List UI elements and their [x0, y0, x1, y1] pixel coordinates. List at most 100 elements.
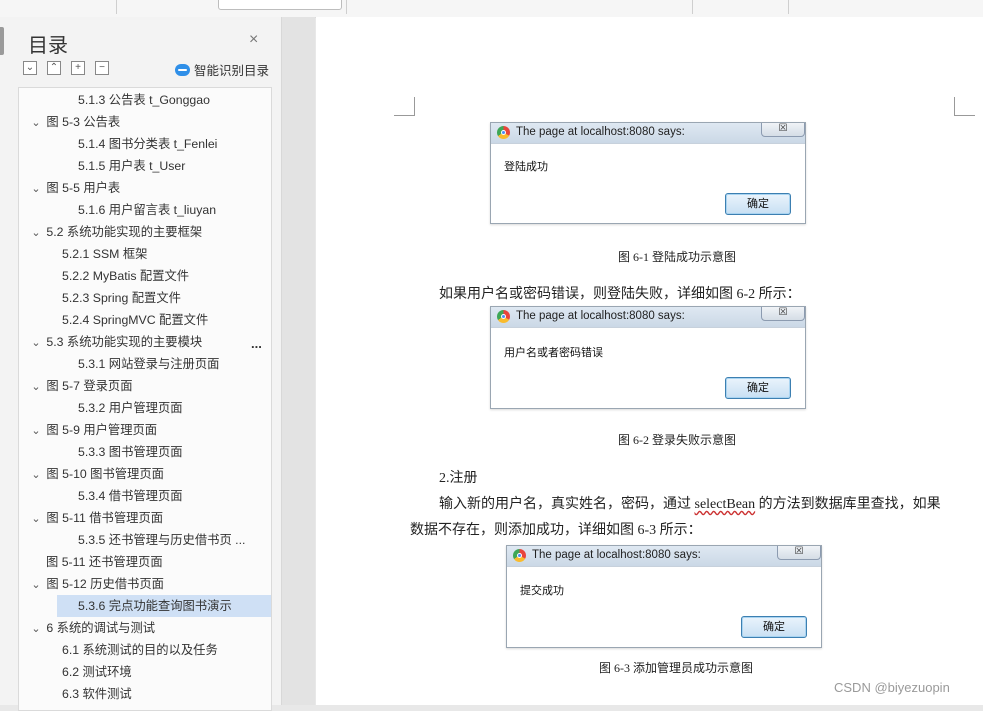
chevron-down-icon[interactable]: ⌄	[29, 464, 43, 485]
dialog-screenshot: The page at localhost:8080 says: ☒ 用户名或者…	[490, 306, 806, 409]
toc-item[interactable]: 5.1.6 用户留言表 t_liuyan	[19, 199, 271, 221]
toc-item[interactable]: 5.3.1 网站登录与注册页面	[19, 353, 271, 375]
toc-item-label: 6.2 测试环境	[62, 665, 132, 679]
toc-item-label: 6.3 软件测试	[62, 687, 132, 701]
toc-item-label: 5.3.3 图书管理页面	[78, 445, 183, 459]
chevron-down-icon[interactable]: ⌄	[29, 618, 43, 639]
toc-item[interactable]: ⌄ 5.2 系统功能实现的主要框架	[19, 221, 261, 243]
toc-item-label: 图 5-11 借书管理页面	[46, 511, 164, 525]
toc-item[interactable]: 5.2.4 SpringMVC 配置文件	[19, 309, 271, 331]
watermark: CSDN @biyezuopin	[834, 680, 950, 695]
dialog-message: 提交成功	[520, 585, 564, 597]
toc-item-label: 5.1.6 用户留言表 t_liuyan	[78, 203, 217, 217]
toc-panel: 目录 × ⌄ ⌃ + − 智能识别目录 5.1.3 公告表 t_Gonggao …	[0, 17, 282, 711]
chrome-icon	[497, 310, 510, 323]
dialog-title: The page at localhost:8080 says:	[516, 310, 685, 322]
toc-item[interactable]: 5.1.5 用户表 t_User	[19, 155, 271, 177]
close-icon: ☒	[761, 123, 805, 137]
toc-item-label: 图 5-5 用户表	[46, 181, 121, 195]
toc-item[interactable]: ⌄ 5.3 系统功能实现的主要模块	[19, 331, 261, 353]
dialog-screenshot: The page at localhost:8080 says: ☒ 登陆成功 …	[490, 122, 806, 224]
paragraph-text: 输入新的用户名，真实姓名，密码，通过	[439, 497, 695, 512]
toc-item[interactable]: ⌄ 图 5-12 历史借书页面	[19, 573, 261, 595]
toc-item[interactable]: 5.1.4 图书分类表 t_Fenlei	[19, 133, 271, 155]
chevron-down-icon[interactable]: ⌄	[29, 376, 43, 397]
toc-item[interactable]: ⌄ 图 5-3 公告表	[19, 111, 261, 133]
toc-item[interactable]: ⌄ 图 5-9 用户管理页面	[19, 419, 261, 441]
close-icon[interactable]: ×	[249, 31, 258, 49]
dialog-title: The page at localhost:8080 says:	[516, 126, 685, 138]
add-heading-icon[interactable]: +	[71, 61, 85, 75]
toc-item[interactable]: ⌄ 图 5-11 借书管理页面	[19, 507, 261, 529]
toc-item-label: 图 5-3 公告表	[46, 115, 121, 129]
toc-item-label: 图 5-10 图书管理页面	[46, 467, 164, 481]
remove-heading-icon[interactable]: −	[95, 61, 109, 75]
dialog-title-bar: The page at localhost:8080 says:	[491, 123, 805, 143]
figure-caption: 图 6-2 登录失败示意图	[618, 433, 736, 447]
toc-item[interactable]: 5.2.1 SSM 框架	[19, 243, 271, 265]
chevron-down-icon[interactable]: ⌄	[29, 508, 43, 529]
toc-item[interactable]: 5.2.3 Spring 配置文件	[19, 287, 271, 309]
more-icon[interactable]: ...	[251, 336, 262, 351]
toc-scrollbar[interactable]	[271, 463, 272, 706]
toc-item[interactable]: 6.3 软件测试	[19, 683, 271, 705]
toolbar-dropdown[interactable]	[218, 0, 342, 10]
panel-tab[interactable]	[0, 27, 4, 55]
figure-caption: 图 6-3 添加管理员成功示意图	[599, 661, 753, 675]
smart-toc-label: 智能识别目录	[194, 64, 270, 78]
paragraph: 数据不存在，则添加成功，详细如图 6-3 所示：	[410, 523, 702, 538]
toc-item[interactable]: 图 5-11 还书管理页面	[19, 551, 271, 573]
chrome-icon	[513, 549, 526, 562]
document-page: The page at localhost:8080 says: ☒ 登陆成功 …	[316, 17, 983, 705]
figure-caption: 图 6-1 登陆成功示意图	[618, 250, 736, 264]
toc-title: 目录	[28, 35, 68, 57]
toc-item[interactable]: 5.3.2 用户管理页面	[19, 397, 271, 419]
toc-item[interactable]: ⌄ 6 系统的调试与测试	[19, 617, 261, 639]
dialog-message: 用户名或者密码错误	[504, 347, 603, 359]
expand-all-icon[interactable]: ⌃	[47, 61, 61, 75]
toc-item[interactable]: 5.3.5 还书管理与历史借书页 ...	[19, 529, 271, 551]
toc-list: 5.1.3 公告表 t_Gonggao ⌄ 图 5-3 公告表 5.1.4 图书…	[18, 87, 272, 711]
collapse-all-icon[interactable]: ⌄	[23, 61, 37, 75]
dialog-body: 登陆成功 确定	[491, 143, 805, 223]
toc-item[interactable]: ⌄ 图 5-5 用户表	[19, 177, 261, 199]
chevron-down-icon[interactable]: ⌄	[29, 178, 43, 199]
code-term: selectBean	[694, 497, 756, 512]
chevron-down-icon[interactable]: ⌄	[29, 420, 43, 441]
toc-item-label: 5.1.4 图书分类表 t_Fenlei	[78, 137, 218, 151]
close-icon: ☒	[761, 307, 805, 321]
chevron-down-icon[interactable]: ⌄	[29, 112, 43, 133]
toc-item-label: 5.3.1 网站登录与注册页面	[78, 357, 220, 371]
toolbar-separator	[692, 0, 693, 14]
toc-item-label: 5.2.3 Spring 配置文件	[62, 291, 181, 305]
toc-item-label: 5.1.3 公告表 t_Gonggao	[78, 93, 210, 107]
toc-item-selected[interactable]: 5.3.6 完点功能查询图书演示	[57, 595, 271, 617]
chevron-down-icon[interactable]: ⌄	[29, 222, 43, 243]
toc-item[interactable]: 5.3.4 借书管理页面	[19, 485, 271, 507]
toc-item-label: 5.1.5 用户表 t_User	[78, 159, 186, 173]
toc-item-label: 图 5-11 还书管理页面	[46, 555, 163, 569]
page-corner-mark	[954, 97, 975, 116]
close-icon: ☒	[777, 546, 821, 560]
toolbar-separator	[788, 0, 789, 14]
toc-item[interactable]: ⌄ 图 5-7 登录页面	[19, 375, 261, 397]
ok-button: 确定	[725, 377, 791, 399]
ok-button: 确定	[725, 193, 791, 215]
toc-item-label: 6 系统的调试与测试	[46, 621, 156, 635]
smart-toc-button[interactable]: 智能识别目录	[175, 60, 269, 79]
dialog-title-bar: The page at localhost:8080 says:	[491, 307, 805, 327]
toc-item-label: 5.2.2 MyBatis 配置文件	[62, 269, 190, 283]
toc-item[interactable]: 6.1 系统测试的目的以及任务	[19, 639, 271, 661]
toc-item[interactable]: 6.2 测试环境	[19, 661, 271, 683]
dialog-body: 用户名或者密码错误 确定	[491, 327, 805, 408]
toc-item[interactable]: ⌄ 图 5-10 图书管理页面	[19, 463, 261, 485]
toc-item[interactable]: 5.1.3 公告表 t_Gonggao	[19, 89, 271, 111]
chevron-down-icon[interactable]: ⌄	[29, 574, 43, 595]
toc-item-label: 5.3.6 完点功能查询图书演示	[78, 599, 232, 613]
page-corner-mark	[394, 97, 415, 116]
toc-item[interactable]: 5.2.2 MyBatis 配置文件	[19, 265, 271, 287]
toc-item-label: 5.3.2 用户管理页面	[78, 401, 183, 415]
chevron-down-icon[interactable]: ⌄	[29, 332, 43, 353]
toc-item[interactable]: 5.3.3 图书管理页面	[19, 441, 271, 463]
toc-item-label: 5.2.1 SSM 框架	[62, 247, 148, 261]
